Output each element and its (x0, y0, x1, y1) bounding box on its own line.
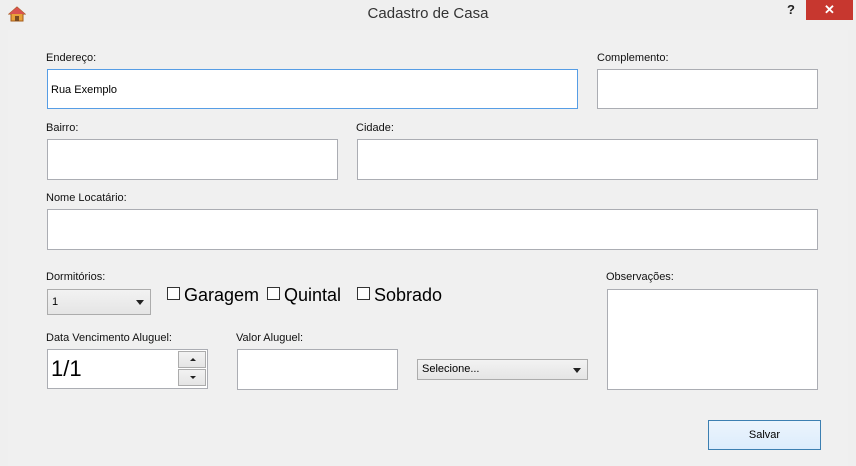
salvar-button[interactable]: Salvar (708, 420, 821, 450)
nome-locatario-input[interactable] (47, 209, 818, 250)
dormitorios-value: 1 (52, 296, 59, 308)
data-vencimento-spinner[interactable]: 1/1 (47, 349, 208, 389)
data-vencimento-label: Data Vencimento Aluguel: (46, 332, 172, 344)
checkbox-box[interactable] (357, 287, 370, 300)
selecione-value: Selecione... (422, 363, 480, 375)
bairro-label: Bairro: (46, 122, 79, 134)
data-vencimento-value[interactable]: 1/1 (51, 356, 82, 382)
quintal-label: Quintal (284, 285, 342, 305)
help-button[interactable]: ? (783, 0, 799, 20)
cidade-label: Cidade: (356, 122, 394, 134)
window-title: Cadastro de Casa (367, 5, 489, 22)
observacoes-label: Observações: (606, 271, 674, 283)
chevron-down-icon (136, 300, 144, 305)
chevron-down-icon (573, 367, 581, 373)
garagem-label: Garagem (184, 285, 260, 305)
sobrado-label: Sobrado (374, 285, 443, 305)
spinner-up-button[interactable] (178, 351, 206, 368)
selecione-select[interactable]: Selecione... (417, 359, 588, 380)
spinner-down-button[interactable] (178, 369, 206, 386)
endereco-label: Endereço: (46, 52, 97, 64)
valor-aluguel-input[interactable] (237, 349, 398, 390)
sobrado-checkbox[interactable]: Sobrado (357, 285, 442, 306)
checkbox-box[interactable] (167, 287, 180, 300)
observacoes-input[interactable] (607, 289, 818, 390)
quintal-checkbox[interactable]: Quintal (267, 285, 341, 306)
cidade-input[interactable] (357, 139, 818, 180)
nome-locatario-label: Nome Locatário: (46, 192, 127, 204)
complemento-label: Complemento: (597, 52, 669, 64)
valor-aluguel-label: Valor Aluguel: (236, 332, 304, 344)
close-button[interactable]: ✕ (806, 0, 853, 20)
title-bar: Cadastro de Casa ? ✕ (0, 0, 856, 30)
checkbox-box[interactable] (267, 287, 280, 300)
dormitorios-select[interactable]: 1 (47, 289, 151, 315)
form-area: Endereço: Rua Exemplo Complemento: Bairr… (8, 30, 848, 466)
complemento-input[interactable] (597, 69, 818, 109)
garagem-checkbox[interactable]: Garagem (167, 285, 259, 306)
dormitorios-label: Dormitórios: (46, 271, 106, 283)
endereco-input[interactable]: Rua Exemplo (47, 69, 578, 109)
bairro-input[interactable] (47, 139, 338, 180)
